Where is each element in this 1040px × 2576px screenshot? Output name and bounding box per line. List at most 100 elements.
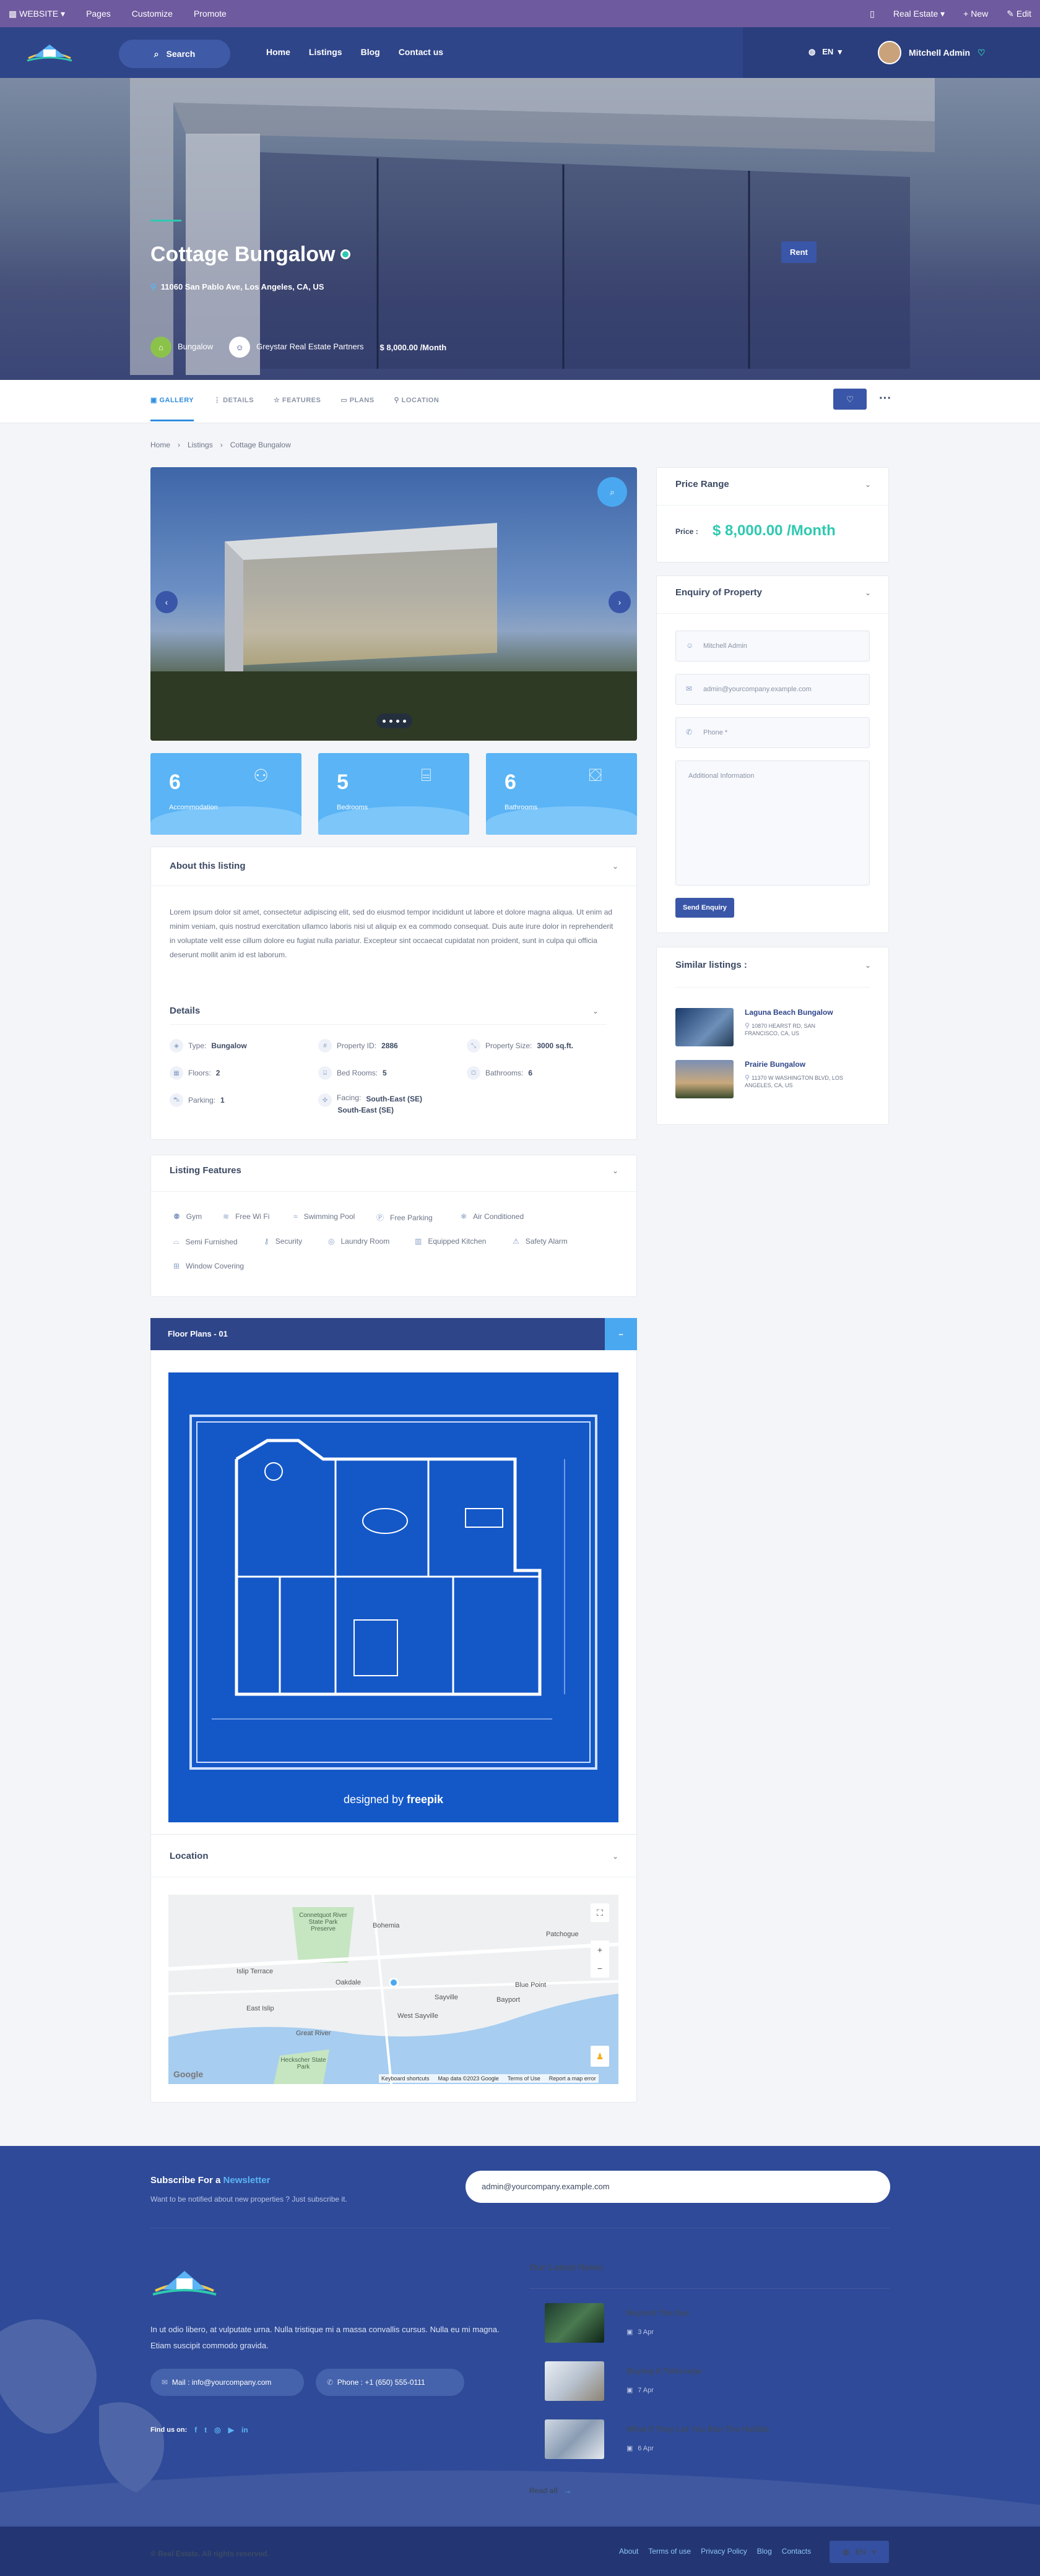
tab-gallery[interactable]: ▣ GALLERY	[150, 396, 194, 421]
footer-mail[interactable]: ✉ Mail : info@yourcompany.com	[150, 2369, 304, 2396]
attribution-link[interactable]: Terms of Use	[508, 2075, 540, 2082]
chevron-down-icon[interactable]: ⌄	[865, 588, 871, 597]
washer-icon: ◎	[328, 1237, 335, 1246]
news-title[interactable]: What If They Let You Run The Hubble	[626, 2424, 769, 2434]
map-label: Islip Terrace	[236, 1968, 274, 1975]
chevron-down-icon[interactable]: ⌄	[592, 1007, 599, 1015]
news-item[interactable]: Beyond The Eye ▣ 3 Apr	[545, 2303, 689, 2343]
menu-item-blog[interactable]: Blog	[361, 47, 380, 57]
chevron-down-icon[interactable]: ⌄	[612, 862, 618, 871]
wishlist-button[interactable]: ♡	[833, 389, 867, 410]
listing-info: Laguna Beach Bungalow ⚲ 10870 HEARST RD, …	[745, 1008, 833, 1046]
rent-badge: Rent	[781, 241, 817, 263]
map-zoom-controls[interactable]: + −	[591, 1941, 609, 1978]
language-selector[interactable]: ◍ EN ▾	[808, 47, 842, 57]
newsletter-email-input[interactable]: admin@yourcompany.example.com	[466, 2171, 890, 2203]
footer-link-contacts[interactable]: Contacts	[782, 2547, 811, 2556]
chevron-down-icon[interactable]: ⌄	[612, 1166, 618, 1175]
menu-item-listings[interactable]: Listings	[309, 47, 342, 57]
gallery-pagination[interactable]	[376, 713, 412, 728]
detail-label: Parking:	[188, 1096, 216, 1105]
heart-icon[interactable]: ♡	[977, 48, 986, 58]
footer-link-terms[interactable]: Terms of use	[648, 2547, 691, 2556]
similar-listing-item[interactable]: Laguna Beach Bungalow ⚲ 10870 HEARST RD, …	[675, 1008, 833, 1046]
news-title[interactable]: Buying A Telescope	[626, 2366, 702, 2376]
read-all-link[interactable]: Read all →	[529, 2486, 571, 2495]
menu-item-home[interactable]: Home	[266, 47, 290, 57]
listing-address: 11370 W WASHINGTON BLVD, LOS	[752, 1075, 843, 1081]
pegman-icon[interactable]: ♟	[591, 2046, 609, 2067]
listing-name[interactable]: Prairie Bungalow	[745, 1060, 843, 1069]
footer-logo	[152, 2271, 217, 2296]
mail-text: Mail : info@yourcompany.com	[171, 2378, 272, 2387]
tab-plans[interactable]: ▭ PLANS	[340, 396, 374, 421]
attribution-link[interactable]: Report a map error	[549, 2075, 596, 2082]
tab-details[interactable]: ⋮ DETAILS	[214, 396, 254, 421]
attribution-link[interactable]: Keyboard shortcuts	[381, 2075, 430, 2082]
breadcrumb-separator: ›	[178, 441, 181, 449]
mobile-preview-icon[interactable]: ▯	[870, 9, 875, 19]
twitter-icon[interactable]: t	[204, 2426, 207, 2434]
floor-plan-header[interactable]: Floor Plans - 01 −	[150, 1318, 637, 1350]
user-menu[interactable]: Mitchell Admin ♡	[878, 41, 986, 64]
facebook-icon[interactable]: f	[194, 2426, 197, 2434]
promote-menu[interactable]: Promote	[194, 9, 227, 19]
mail-icon: ✉	[686, 684, 693, 693]
pages-menu[interactable]: Pages	[86, 9, 111, 19]
collapse-toggle[interactable]: −	[605, 1318, 637, 1350]
linkedin-icon[interactable]: in	[241, 2426, 248, 2434]
chevron-down-icon[interactable]: ⌄	[865, 961, 871, 970]
map-marker[interactable]	[389, 1978, 399, 1988]
detail-label: Type:	[188, 1041, 207, 1050]
search-button[interactable]: ⌕ Search	[119, 40, 230, 68]
send-enquiry-button[interactable]: Send Enquiry	[675, 898, 734, 918]
similar-listing-item[interactable]: Prairie Bungalow ⚲ 11370 W WASHINGTON BLV…	[675, 1060, 843, 1098]
instagram-icon[interactable]: ◎	[214, 2426, 220, 2434]
footer-link-about[interactable]: About	[619, 2547, 638, 2556]
email-field[interactable]: ✉ admin@yourcompany.example.com	[675, 674, 870, 705]
website-menu[interactable]: ▦ WEBSITE ▾	[9, 9, 65, 19]
avatar	[878, 41, 901, 64]
arrow-right-icon: →	[564, 2486, 572, 2495]
news-item[interactable]: What If They Let You Run The Hubble ▣ 6 A…	[545, 2419, 769, 2459]
new-button[interactable]: + New	[963, 9, 988, 19]
tab-features[interactable]: ☆ FEATURES	[274, 396, 321, 421]
youtube-icon[interactable]: ▶	[228, 2426, 234, 2434]
google-map[interactable]: Connetquot River State Park Preserve Boh…	[168, 1895, 618, 2084]
feature-label: Free Parking	[390, 1213, 433, 1222]
news-item[interactable]: Buying A Telescope ▣ 7 Apr	[545, 2361, 702, 2401]
gallery-prev-button[interactable]: ‹	[155, 591, 178, 613]
footer-link-privacy[interactable]: Privacy Policy	[701, 2547, 747, 2556]
footer-link-blog[interactable]: Blog	[757, 2547, 772, 2556]
menu-item-contact[interactable]: Contact us	[399, 47, 443, 57]
breadcrumb-home[interactable]: Home	[150, 441, 170, 449]
name-field[interactable]: ☺ Mitchell Admin	[675, 631, 870, 661]
parking-icon: Ⓟ	[376, 1213, 384, 1222]
phone-field[interactable]: ✆ Phone *	[675, 717, 870, 748]
agency[interactable]: ☺ Greystar Real Estate Partners	[229, 337, 364, 358]
fullscreen-icon[interactable]: ⛶	[591, 1903, 609, 1922]
chevron-down-icon[interactable]: ⌄	[865, 480, 871, 489]
chevron-down-icon[interactable]: ⌄	[612, 1852, 618, 1861]
footer-language-selector[interactable]: ◍ EN ▾	[830, 2541, 889, 2563]
divider	[170, 1024, 607, 1025]
map-label: Oakdale	[336, 1979, 361, 1986]
tab-location[interactable]: ⚲ LOCATION	[394, 396, 440, 421]
more-options-icon[interactable]: ···	[879, 392, 891, 406]
app-label: Real Estate	[893, 8, 938, 19]
detail-label: Property Size:	[485, 1041, 532, 1050]
footer-links: About Terms of use Privacy Policy Blog C…	[619, 2547, 811, 2556]
edit-button[interactable]: ✎ Edit	[1007, 9, 1031, 19]
feature-label: Laundry Room	[340, 1237, 390, 1246]
breadcrumb-listings[interactable]: Listings	[188, 441, 213, 449]
zoom-button[interactable]: ⌕	[597, 477, 627, 507]
news-title[interactable]: Beyond The Eye	[626, 2308, 689, 2317]
listing-name[interactable]: Laguna Beach Bungalow	[745, 1008, 833, 1017]
gallery-next-button[interactable]: ›	[609, 591, 631, 613]
customize-menu[interactable]: Customize	[132, 9, 173, 19]
additional-info-textarea[interactable]: Additional Information	[675, 760, 870, 885]
site-logo[interactable]	[25, 40, 74, 64]
footer-phone[interactable]: ✆ Phone : +1 (650) 555-0111	[316, 2369, 464, 2396]
app-switcher[interactable]: Real Estate ▾	[893, 9, 945, 19]
stat-bathrooms: 6 Bathrooms ⛋	[486, 753, 637, 835]
